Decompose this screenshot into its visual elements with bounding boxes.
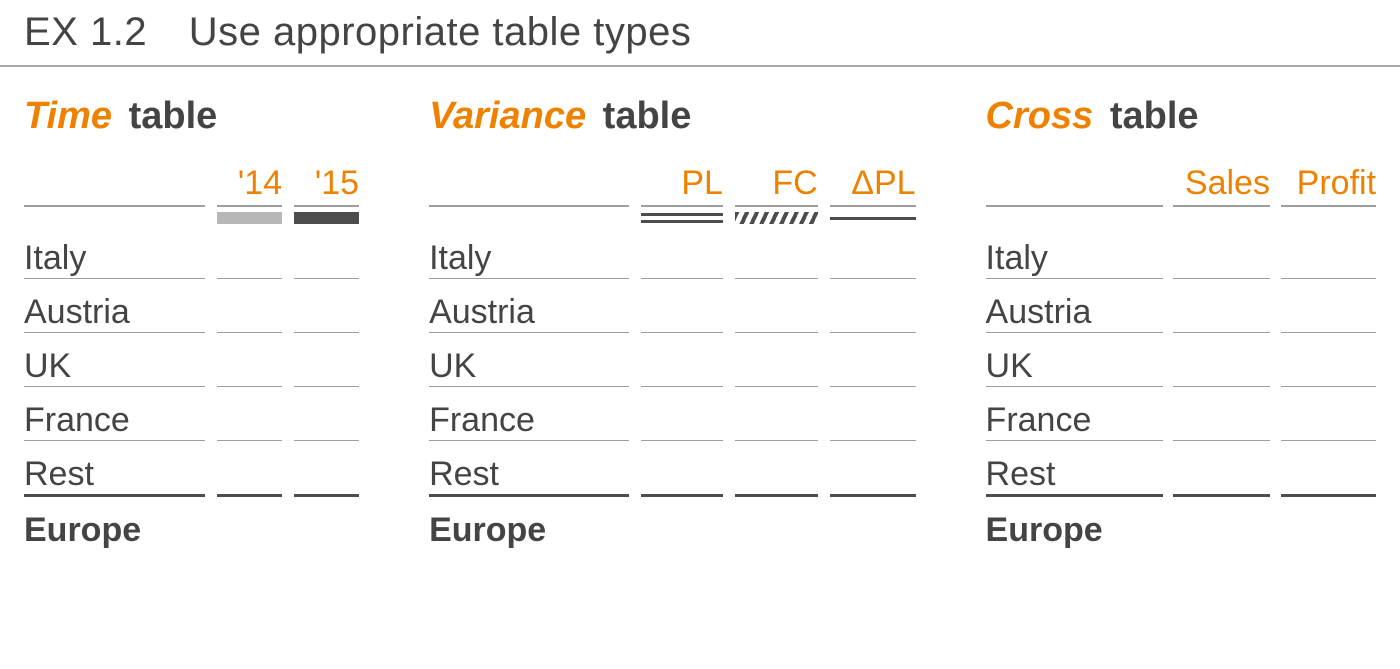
row-label: France [24,387,205,441]
row-label: Rest [429,441,629,496]
variance-title-hl: Variance [429,95,586,137]
page-title: Use appropriate table types [189,10,692,54]
time-col-15: '15 [294,164,359,205]
row-label: UK [986,333,1163,387]
time-col-14: '14 [217,164,282,205]
row-label: UK [429,333,629,387]
row-label: Italy [429,225,629,279]
marker-light-icon [217,212,282,224]
variance-table: PL FC ΔPL Italy Austria UK France Rest [429,164,915,550]
cross-col-profit: Profit [1281,164,1376,205]
variance-col-pl: PL [641,164,723,205]
row-total: Europe [986,496,1163,551]
variance-col-fc: FC [735,164,818,205]
time-title: Time table [24,95,359,138]
row-label: France [986,387,1163,441]
variance-block: Variance table PL FC ΔPL [429,95,915,550]
row-label: Austria [986,279,1163,333]
exhibit-code: EX 1.2 [24,10,147,55]
cross-block: Cross table Sales Profit Italy Austria U… [986,95,1376,550]
page-header: EX 1.2 Use appropriate table types [0,0,1400,61]
variance-title: Variance table [429,95,915,138]
marker-thin-icon [830,217,916,220]
time-block: Time table '14 '15 Italy Austria [24,95,359,550]
row-total: Europe [429,496,629,551]
row-label: Austria [429,279,629,333]
row-label: Italy [24,225,205,279]
row-label: Italy [986,225,1163,279]
time-table: '14 '15 Italy Austria UK France Rest Eur… [24,164,359,550]
marker-hatch-icon [735,212,818,224]
variance-title-rest: table [603,95,692,137]
cross-title-rest: table [1110,95,1199,137]
row-total: Europe [24,496,205,551]
cross-title: Cross table [986,95,1376,138]
row-label: Rest [24,441,205,496]
variance-col-dpl: ΔPL [830,164,916,205]
cross-table: Sales Profit Italy Austria UK France Res… [986,164,1376,550]
time-title-hl: Time [24,95,112,137]
row-label: Austria [24,279,205,333]
columns: Time table '14 '15 Italy Austria [0,67,1400,550]
marker-dark-icon [294,212,359,224]
cross-title-hl: Cross [986,95,1094,137]
marker-double-icon [641,213,723,223]
time-title-rest: table [129,95,218,137]
row-label: Rest [986,441,1163,496]
row-label: UK [24,333,205,387]
cross-col-sales: Sales [1173,164,1270,205]
row-label: France [429,387,629,441]
